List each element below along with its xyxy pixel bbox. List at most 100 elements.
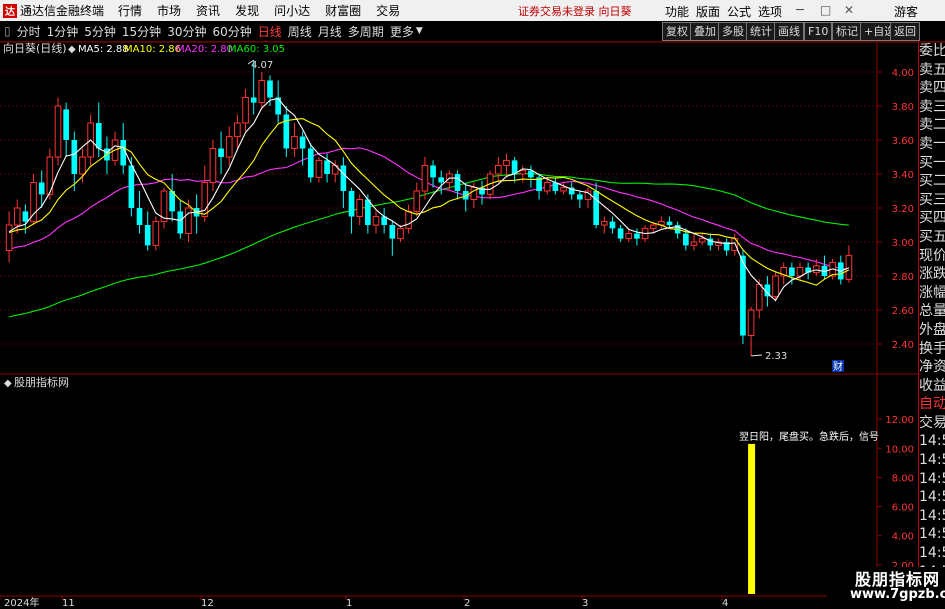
price-tick-label: 3.80 xyxy=(892,102,914,113)
candle-body xyxy=(185,207,192,234)
sidebar-item[interactable]: 交易 xyxy=(919,414,945,433)
candle-body xyxy=(438,177,445,183)
candle-body xyxy=(95,123,102,149)
candle-body xyxy=(356,199,364,217)
watermark-url: www.7gpzb.com xyxy=(850,587,945,602)
candle-body xyxy=(413,190,421,212)
candle-body xyxy=(267,80,273,98)
price-tick-label: 3.00 xyxy=(892,238,914,249)
sidebar-item: 外盘 xyxy=(919,321,945,338)
candle-body xyxy=(593,191,599,225)
candle-body xyxy=(307,148,314,178)
sidebar-item: 换手 xyxy=(919,340,945,357)
sidebar-item: 卖五 xyxy=(919,61,945,78)
sidebar-item: 买一 xyxy=(919,154,945,171)
candle-body xyxy=(796,267,804,277)
candle-body xyxy=(283,114,290,149)
candle-body xyxy=(845,255,853,280)
date-label-3: 3 xyxy=(582,598,588,609)
sidebar-item: 买四 xyxy=(919,210,945,227)
stock-label: 向日葵(日线) xyxy=(3,41,67,55)
candle-body xyxy=(242,97,249,124)
candle-body xyxy=(454,174,461,191)
candle-body xyxy=(625,233,633,240)
candle-body xyxy=(250,97,257,103)
candle-body xyxy=(397,227,404,240)
ma-marker-icon: ◆ xyxy=(68,44,76,55)
candle-body xyxy=(315,159,323,178)
candle-body xyxy=(218,148,224,157)
candle-body xyxy=(136,208,143,225)
ma10-path xyxy=(8,118,850,286)
sidebar-item: 卖一 xyxy=(919,135,945,152)
quote-sidebar: 委比 卖五 卖四 卖三 卖二 卖一 买一 买二 买三 买四 买五 现价 涨跌 涨幅 总量 外盘 换手 净资 收益 自动… xyxy=(918,42,945,609)
sidebar-item: 卖三 xyxy=(919,98,945,115)
date-label-2024: 2024年 xyxy=(4,596,39,609)
kline-chart[interactable]: 4.00 3.80 3.60 3.40 3.20 3.00 2.80 2.60 2.40 12.0… xyxy=(0,0,945,609)
candle-body xyxy=(22,211,29,222)
sidebar-item: 收益 xyxy=(919,377,945,394)
ma20-line xyxy=(8,147,849,270)
candle-body xyxy=(609,221,616,229)
candle-body xyxy=(772,275,779,297)
indicator-tick-label: 10.00 xyxy=(885,444,914,455)
low-price-label: 2.33 xyxy=(765,351,787,362)
candle-body xyxy=(405,210,412,229)
candle-body xyxy=(365,199,371,225)
indicator-tick-label: 4.00 xyxy=(892,532,914,543)
candle-body xyxy=(177,211,184,234)
candle-body xyxy=(144,225,151,246)
candle-body xyxy=(421,165,429,192)
sidebar-item[interactable]: 自动 xyxy=(919,395,945,414)
candle-body xyxy=(79,156,86,175)
candle-body xyxy=(519,170,527,175)
low-marker xyxy=(751,354,763,357)
sidebar-item: 净资 xyxy=(919,359,945,376)
candle-body xyxy=(543,182,551,192)
sidebar-item: 14:56 xyxy=(919,526,945,543)
sidebar-item: 14:56 xyxy=(919,433,945,450)
candle-body xyxy=(617,228,624,239)
candle-body xyxy=(38,182,45,195)
sidebar-item: 14:56 xyxy=(919,452,945,469)
sidebar-item: 14:56 xyxy=(919,545,945,562)
ma20-label: MA20: 2.80 xyxy=(176,44,233,55)
price-tick-label: 2.60 xyxy=(892,306,914,317)
candle-body xyxy=(577,194,583,200)
sidebar-item: 14:56 xyxy=(919,470,945,487)
sidebar-item: 总量 xyxy=(919,303,945,320)
candle-body xyxy=(747,309,755,336)
candle-body xyxy=(71,140,78,174)
indicator-tick-label: 6.00 xyxy=(892,503,914,514)
indicator-tick-label: 12.00 xyxy=(885,415,914,426)
candle-body xyxy=(812,265,820,274)
candle-body xyxy=(63,109,69,140)
candle-body xyxy=(258,80,266,104)
candle-body xyxy=(372,216,380,226)
candle-body xyxy=(234,122,241,138)
indicator-marker-icon: ◆ xyxy=(4,378,12,389)
candle-body xyxy=(389,225,396,239)
sidebar-item: 卖四 xyxy=(919,80,945,97)
price-tick-label: 3.60 xyxy=(892,136,914,147)
candle-body xyxy=(128,165,135,208)
price-tick-label: 2.40 xyxy=(892,340,914,351)
sidebar-item: 14:56 xyxy=(919,507,945,524)
sidebar-item: 买二 xyxy=(919,173,945,190)
candle-body xyxy=(634,233,640,239)
indicator-tick-label: 8.00 xyxy=(892,473,914,484)
candle-body xyxy=(340,165,347,191)
ma10-label: MA10: 2.86 xyxy=(124,44,181,55)
candle-body xyxy=(690,241,698,246)
indicator-signal-text: 翌日阳，尾盘买。急跌后，信号 xyxy=(739,430,879,443)
ma10-line xyxy=(8,118,850,286)
sidebar-item: 买三 xyxy=(919,191,945,208)
sidebar-item: 委比 xyxy=(919,43,945,59)
candle-body xyxy=(494,165,502,175)
ma60-label: MA60: 3.05 xyxy=(228,44,285,55)
ma5-label: MA5: 2.88 xyxy=(78,44,129,55)
date-label-11: 11 xyxy=(62,598,75,609)
candle-body xyxy=(528,170,534,178)
candle-body xyxy=(560,187,567,192)
sidebar-item: 买五 xyxy=(919,228,945,245)
